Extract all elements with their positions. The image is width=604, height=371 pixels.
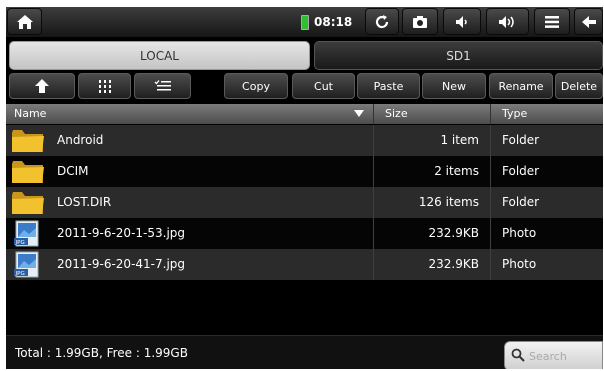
copy-button[interactable]: Copy xyxy=(224,73,288,99)
column-divider xyxy=(373,104,374,124)
list-item[interactable]: JPG 2011-9-6-20-1-53.jpg 232.9KB Photo xyxy=(6,218,603,249)
column-divider xyxy=(490,187,491,218)
folder-icon xyxy=(12,130,44,152)
svg-text:JPG: JPG xyxy=(15,240,25,246)
jpg-file-icon: JPG xyxy=(14,220,39,247)
column-header-name[interactable]: Name xyxy=(14,107,46,120)
file-name: LOST.DIR xyxy=(57,195,112,209)
toolbar: Copy Cut Paste New Rename Delete xyxy=(6,73,603,101)
search-box[interactable] xyxy=(504,341,603,369)
folder-icon xyxy=(12,161,44,183)
svg-text:JPG: JPG xyxy=(15,271,25,277)
column-divider xyxy=(490,249,491,280)
table-header: Name Size Type xyxy=(6,104,603,124)
file-type: Folder xyxy=(502,195,540,209)
volume-up-icon xyxy=(498,15,514,28)
footer-bar: Total : 1.99GB, Free : 1.99GB xyxy=(6,335,603,369)
column-header-type[interactable]: Type xyxy=(502,107,527,120)
column-divider xyxy=(490,156,491,187)
list-item[interactable]: DCIM 2 items Folder xyxy=(6,156,603,187)
file-name: 2011-9-6-20-1-53.jpg xyxy=(57,226,186,240)
file-name: DCIM xyxy=(57,164,89,178)
column-header-size[interactable]: Size xyxy=(385,107,408,120)
column-divider xyxy=(490,104,491,124)
column-divider xyxy=(373,218,374,249)
column-divider xyxy=(490,218,491,249)
file-list: Android 1 item Folder DCIM 2 items Folde… xyxy=(6,125,603,280)
menu-button[interactable] xyxy=(534,8,570,35)
list-item[interactable]: JPG 2011-9-6-20-41-7.jpg 232.9KB Photo xyxy=(6,249,603,280)
file-type: Photo xyxy=(502,257,537,271)
home-button[interactable] xyxy=(7,8,42,35)
column-divider xyxy=(373,156,374,187)
list-check-icon xyxy=(154,80,171,91)
delete-button[interactable]: Delete xyxy=(555,73,603,99)
clock: 08:18 xyxy=(314,15,353,29)
tab-local[interactable]: LOCAL xyxy=(9,41,310,70)
sort-desc-icon[interactable] xyxy=(354,110,364,117)
menu-icon xyxy=(545,15,559,28)
refresh-button[interactable] xyxy=(365,8,399,35)
volume-down-button[interactable] xyxy=(443,8,481,35)
back-button[interactable] xyxy=(574,8,603,35)
list-item[interactable]: Android 1 item Folder xyxy=(6,125,603,156)
grid-view-icon xyxy=(98,80,111,93)
clock-area: 08:18 xyxy=(301,7,352,37)
list-item[interactable]: LOST.DIR 126 items Folder xyxy=(6,187,603,218)
file-type: Folder xyxy=(502,164,540,178)
file-size: 126 items xyxy=(418,195,479,209)
file-type: Folder xyxy=(502,133,540,147)
column-divider xyxy=(373,125,374,156)
volume-down-icon xyxy=(456,15,467,28)
battery-icon xyxy=(301,14,309,30)
home-icon xyxy=(16,14,33,29)
file-size: 232.9KB xyxy=(428,257,479,271)
column-divider xyxy=(373,249,374,280)
grid-view-button[interactable] xyxy=(78,73,131,99)
jpg-file-icon: JPG xyxy=(14,251,39,278)
camera-icon xyxy=(413,15,427,28)
search-input[interactable] xyxy=(529,347,599,365)
multi-select-button[interactable] xyxy=(134,73,191,99)
folder-icon xyxy=(12,192,44,214)
file-name: Android xyxy=(57,133,104,147)
new-button[interactable]: New xyxy=(422,73,486,99)
screenshot-button[interactable] xyxy=(402,8,438,35)
volume-up-button[interactable] xyxy=(486,8,529,35)
file-type: Photo xyxy=(502,226,537,240)
tab-sd1[interactable]: SD1 xyxy=(314,41,603,70)
cut-button[interactable]: Cut xyxy=(292,73,355,99)
column-divider xyxy=(490,125,491,156)
rename-button[interactable]: Rename xyxy=(489,73,553,99)
file-size: 2 items xyxy=(434,164,479,178)
file-size: 1 item xyxy=(440,133,479,147)
search-icon xyxy=(511,348,525,362)
paste-button[interactable]: Paste xyxy=(357,73,420,99)
storage-summary: Total : 1.99GB, Free : 1.99GB xyxy=(15,346,188,360)
file-manager-screen: 08:18 LOCAL SD1 Copy Cut Paste New Renam… xyxy=(6,7,603,369)
status-bar: 08:18 xyxy=(6,7,603,37)
refresh-icon xyxy=(375,14,389,28)
column-divider xyxy=(373,187,374,218)
file-name: 2011-9-6-20-41-7.jpg xyxy=(57,257,186,271)
up-directory-button[interactable] xyxy=(9,73,75,99)
up-arrow-icon xyxy=(35,79,49,93)
file-size: 232.9KB xyxy=(428,226,479,240)
back-icon xyxy=(581,15,596,28)
storage-tabs: LOCAL SD1 xyxy=(6,41,603,71)
